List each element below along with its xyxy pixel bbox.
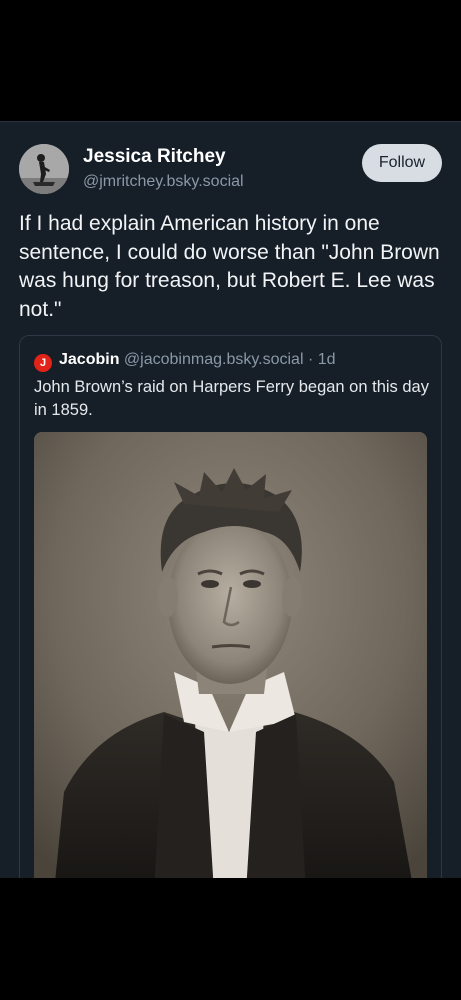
jacobin-avatar[interactable]: J — [34, 354, 52, 372]
author-handle[interactable]: @jmritchey.bsky.social — [83, 173, 244, 191]
post-text: If I had explain American history in one… — [19, 212, 440, 321]
quoted-post-header: J Jacobin @jacobinmag.bsky.social · 1d — [34, 350, 336, 372]
quoted-author-handle[interactable]: @jacobinmag.bsky.social — [124, 351, 304, 368]
follow-button[interactable]: Follow — [362, 144, 442, 182]
quoted-post-text: John Brown’s raid on Harpers Ferry began… — [34, 378, 429, 419]
quoted-author-name[interactable]: Jacobin — [59, 351, 119, 368]
author-avatar[interactable] — [19, 144, 69, 194]
author-name[interactable]: Jessica Ritchey — [83, 146, 226, 168]
quoted-post[interactable]: J Jacobin @jacobinmag.bsky.social · 1d Jo… — [19, 335, 442, 878]
post-card[interactable]: Jessica Ritchey @jmritchey.bsky.social F… — [0, 121, 461, 878]
quoted-post-time: 1d — [317, 351, 336, 368]
portrait-image[interactable] — [34, 432, 427, 878]
separator-dot: · — [307, 351, 314, 368]
